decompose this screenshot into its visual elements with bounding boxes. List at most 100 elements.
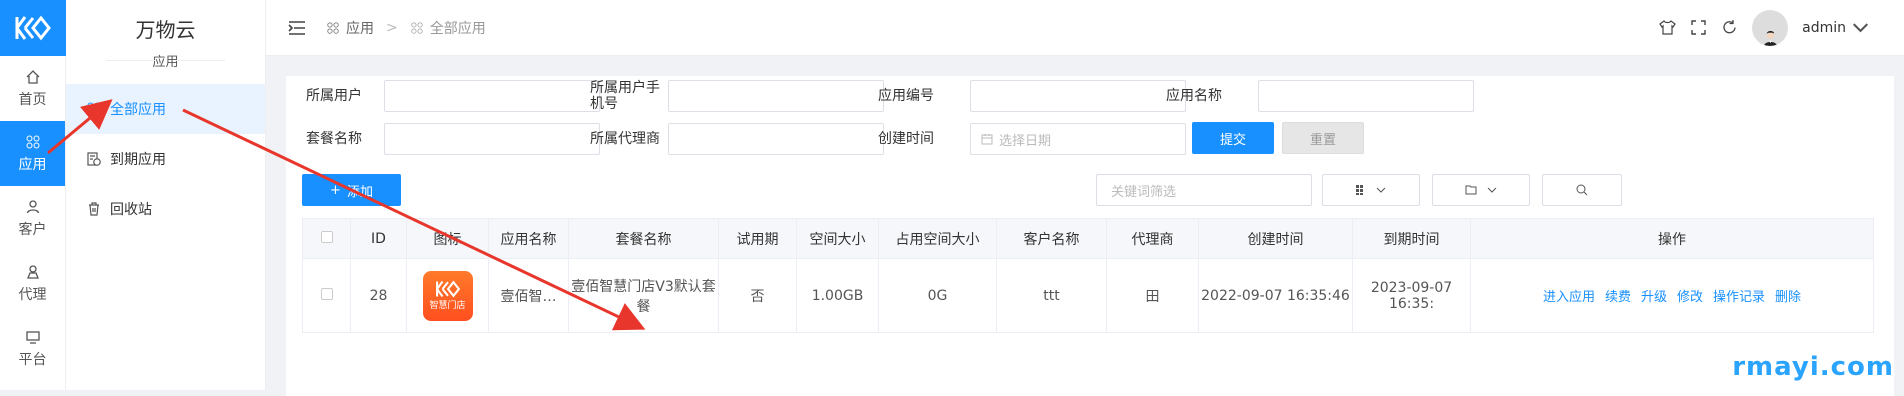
filter-label: 创建时间 bbox=[878, 131, 934, 147]
cell-created: 2022-09-07 16:35:46 bbox=[1198, 258, 1353, 333]
monitor-icon bbox=[25, 330, 40, 344]
column-header: 试用期 bbox=[718, 218, 797, 259]
export-button[interactable] bbox=[1432, 174, 1530, 206]
sidebar-item-all-apps[interactable]: 全部应用 bbox=[66, 84, 265, 134]
owner-phone-input[interactable] bbox=[668, 80, 884, 112]
username: admin bbox=[1802, 19, 1846, 36]
rail-item-agents[interactable]: 代理 bbox=[0, 251, 65, 316]
keyword-filter-input[interactable]: 关键词筛选 bbox=[1096, 174, 1312, 206]
user-menu[interactable]: admin bbox=[1802, 19, 1869, 36]
filter-label: 应用名称 bbox=[1166, 88, 1222, 104]
icon-rail: 首页 应用 客户 代理 平台 bbox=[0, 0, 66, 390]
cell-customer: ttt bbox=[996, 258, 1107, 333]
add-button[interactable]: + 添加 bbox=[302, 174, 401, 206]
cell-space: 1.00GB bbox=[796, 258, 879, 333]
column-header: 操作 bbox=[1470, 218, 1874, 259]
app-name-input[interactable] bbox=[1258, 80, 1474, 112]
column-header: 图标 bbox=[406, 218, 489, 259]
column-header: 代理商 bbox=[1106, 218, 1199, 259]
breadcrumb-separator: > bbox=[386, 19, 398, 36]
app-logo-text: 智慧门店 bbox=[429, 301, 466, 311]
column-header: 套餐名称 bbox=[568, 218, 719, 259]
home-icon bbox=[26, 69, 39, 84]
filter-label: 所属用户手机号 bbox=[590, 80, 660, 112]
rail-item-label: 代理 bbox=[18, 286, 47, 303]
reset-button[interactable]: 重置 bbox=[1282, 122, 1364, 154]
calendar-icon bbox=[981, 134, 993, 145]
grid-icon bbox=[1356, 185, 1363, 195]
cell-operations: 进入应用 续费 升级 修改 操作记录 删除 bbox=[1470, 258, 1874, 333]
upgrade-link[interactable]: 升级 bbox=[1641, 290, 1667, 305]
select-all-checkbox[interactable] bbox=[320, 230, 333, 243]
apps-icon bbox=[26, 135, 39, 148]
search-button[interactable] bbox=[1542, 174, 1622, 206]
fullscreen-icon[interactable] bbox=[1690, 19, 1707, 36]
rail-item-label: 应用 bbox=[18, 156, 47, 173]
logo-icon bbox=[435, 280, 460, 298]
chevron-down-icon bbox=[1852, 23, 1869, 33]
filter-created: 创建时间 选择日期 bbox=[878, 123, 1186, 155]
rail-item-apps[interactable]: 应用 bbox=[0, 121, 65, 186]
rail-item-customers[interactable]: 客户 bbox=[0, 186, 65, 251]
column-header: 创建时间 bbox=[1198, 218, 1353, 259]
agent-input[interactable] bbox=[668, 123, 884, 155]
agent-icon bbox=[26, 264, 39, 279]
package-input[interactable] bbox=[384, 123, 600, 155]
filter-package: 套餐名称 bbox=[306, 123, 600, 155]
rail-item-home[interactable]: 首页 bbox=[0, 56, 65, 121]
breadcrumb-item: 全部应用 bbox=[429, 20, 486, 37]
sidebar-item-expired-apps[interactable]: 到期应用 bbox=[66, 134, 265, 184]
filter-owner-phone: 所属用户手机号 bbox=[590, 80, 884, 112]
app-no-input[interactable] bbox=[970, 80, 1186, 112]
columns-toggle-button[interactable] bbox=[1322, 174, 1420, 206]
breadcrumb-item[interactable]: 应用 bbox=[346, 18, 374, 38]
cell-expires: 2023-09-07 16:35: bbox=[1352, 258, 1471, 333]
app-logo-image: 智慧门店 bbox=[422, 270, 473, 321]
owner-input[interactable] bbox=[384, 80, 600, 112]
brand-name: 万物云 bbox=[135, 18, 196, 42]
column-header: 客户名称 bbox=[996, 218, 1107, 259]
column-header: 应用名称 bbox=[488, 218, 569, 259]
sidebar-subtitle: 应用 bbox=[66, 51, 265, 70]
avatar[interactable] bbox=[1752, 9, 1789, 46]
rail-item-platform[interactable]: 平台 bbox=[0, 316, 65, 381]
apps-icon bbox=[327, 21, 339, 34]
cell-used: 0G bbox=[878, 258, 997, 333]
cell-app-name: 壹佰智… bbox=[488, 258, 569, 333]
cell-package: 壹佰智慧门店V3默认套餐 bbox=[568, 258, 719, 333]
submit-button[interactable]: 提交 bbox=[1192, 122, 1274, 154]
filter-app-no: 应用编号 bbox=[878, 80, 1186, 112]
column-header: 空间大小 bbox=[796, 218, 879, 259]
expiry-icon bbox=[87, 152, 101, 166]
theme-shirt-icon[interactable] bbox=[1659, 19, 1676, 36]
edit-link[interactable]: 修改 bbox=[1677, 290, 1703, 305]
header-actions: admin bbox=[1659, 9, 1869, 46]
column-header[interactable]: ID bbox=[350, 218, 407, 259]
logo[interactable] bbox=[0, 0, 66, 56]
select-all-cell bbox=[302, 218, 351, 259]
add-button-label: 添加 bbox=[346, 184, 373, 200]
date-picker[interactable]: 选择日期 bbox=[970, 123, 1186, 155]
sidebar-item-label: 全部应用 bbox=[110, 102, 166, 118]
enter-app-link[interactable]: 进入应用 bbox=[1543, 290, 1595, 305]
rail-item-label: 平台 bbox=[18, 351, 47, 368]
rail-item-label: 客户 bbox=[18, 221, 47, 238]
app-name-text: 壹佰智… bbox=[500, 288, 557, 305]
sidebar-item-recycle-bin[interactable]: 回收站 bbox=[66, 184, 265, 234]
row-checkbox[interactable] bbox=[320, 287, 333, 300]
filter-label: 所属代理商 bbox=[590, 131, 660, 147]
operation-log-link[interactable]: 操作记录 bbox=[1713, 290, 1765, 305]
menu-fold-icon[interactable] bbox=[288, 20, 306, 36]
filter-label: 应用编号 bbox=[878, 88, 934, 104]
rail-item-label: 首页 bbox=[18, 91, 47, 108]
filter-agent: 所属代理商 bbox=[590, 123, 884, 155]
top-header: 应用 > 全部应用 admin bbox=[266, 0, 1904, 56]
renew-link[interactable]: 续费 bbox=[1605, 290, 1631, 305]
cell-icon: 智慧门店 bbox=[406, 258, 489, 333]
delete-link[interactable]: 删除 bbox=[1775, 290, 1801, 305]
chevron-down-icon bbox=[1376, 187, 1386, 193]
refresh-icon[interactable] bbox=[1721, 19, 1738, 36]
folder-icon bbox=[1465, 185, 1477, 195]
filter-app-name: 应用名称 bbox=[1166, 80, 1474, 112]
column-header: 占用空间大小 bbox=[878, 218, 997, 259]
